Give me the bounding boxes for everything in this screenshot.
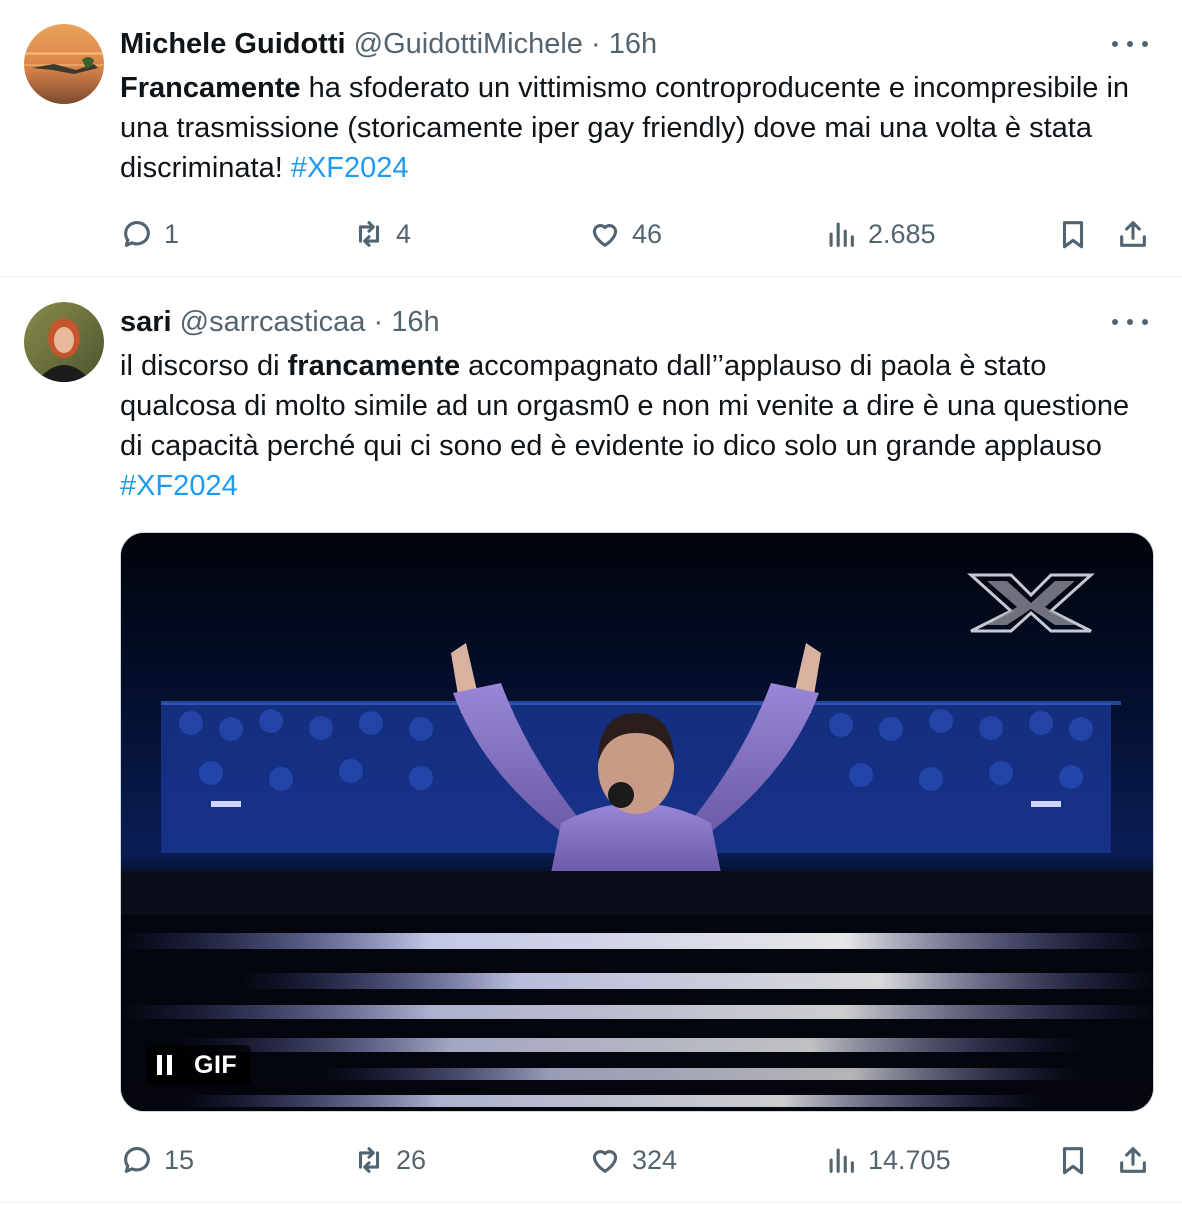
hashtag-link[interactable]: #XF2024 (291, 152, 409, 184)
repost-icon (358, 221, 380, 247)
tweet-text: il discorso di francamente accompagnato … (120, 346, 1150, 506)
reply-count: 1 (164, 218, 180, 249)
gif-controls: GIF (147, 1045, 252, 1085)
reply-count: 15 (164, 1144, 195, 1175)
repost-count: 4 (396, 218, 412, 249)
tweet-actions: 1 4 46 2.685 (120, 212, 1160, 256)
handle[interactable]: @sarrcasticaa (180, 306, 366, 338)
repost-count: 26 (396, 1144, 427, 1175)
repost-button[interactable]: 26 (352, 1138, 426, 1182)
views-icon (829, 1148, 854, 1173)
more-icon[interactable] (1112, 308, 1148, 336)
like-button[interactable]: 46 (588, 212, 662, 256)
reply-button[interactable]: 15 (120, 1138, 194, 1182)
separator: · (365, 306, 392, 338)
share-button[interactable] (1116, 1138, 1150, 1182)
share-icon (1120, 1147, 1146, 1173)
views-count: 14.705 (868, 1144, 951, 1175)
reply-button[interactable]: 1 (120, 212, 179, 256)
separator: · (582, 28, 609, 60)
gif-frame (121, 533, 1153, 1111)
tweet-header: Michele Guidotti @GuidottiMichele · 16h (120, 26, 657, 62)
gif-badge: GIF (194, 1050, 238, 1079)
bookmark-icon (1062, 221, 1084, 249)
share-button[interactable] (1116, 212, 1150, 256)
like-button[interactable]: 324 (588, 1138, 677, 1182)
repost-icon (358, 1147, 380, 1173)
more-icon[interactable] (1112, 30, 1148, 58)
repost-button[interactable]: 4 (352, 212, 411, 256)
bookmark-icon (1062, 1147, 1084, 1175)
timestamp[interactable]: 16h (609, 28, 657, 60)
tweet-text-intro: il discorso di (120, 350, 288, 382)
views-button[interactable]: 2.685 (824, 212, 936, 256)
reply-icon (124, 221, 150, 247)
bookmark-button[interactable] (1056, 1138, 1090, 1182)
tweet[interactable]: Michele Guidotti @GuidottiMichele · 16h … (0, 0, 1182, 276)
like-icon (592, 1150, 618, 1173)
views-count: 2.685 (868, 218, 936, 249)
tweet-actions: 15 26 324 14.705 (120, 1138, 1160, 1182)
tweet-text-bold: francamente (287, 350, 461, 382)
handle[interactable]: @GuidottiMichele (354, 28, 583, 60)
hashtag-link[interactable]: #XF2024 (120, 470, 238, 502)
views-button[interactable]: 14.705 (824, 1138, 951, 1182)
pause-icon[interactable] (157, 1055, 172, 1075)
like-count: 324 (632, 1144, 678, 1175)
reply-icon (124, 1147, 150, 1173)
share-icon (1120, 221, 1146, 247)
display-name[interactable]: sari (120, 306, 172, 338)
divider (0, 1202, 1182, 1203)
avatar[interactable] (24, 302, 104, 382)
like-icon (592, 224, 618, 247)
timestamp[interactable]: 16h (391, 306, 439, 338)
avatar[interactable] (24, 24, 104, 104)
like-count: 46 (632, 218, 663, 249)
views-icon (829, 222, 854, 247)
display-name[interactable]: Michele Guidotti (120, 28, 346, 60)
tweet-text: Francamente ha sfoderato un vittimismo c… (120, 68, 1150, 188)
bookmark-button[interactable] (1056, 212, 1090, 256)
gif-media[interactable]: GIF (120, 532, 1154, 1112)
tweet-text-bold: Francamente (120, 72, 301, 104)
tweet-header: sari @sarrcasticaa · 16h (120, 304, 440, 340)
